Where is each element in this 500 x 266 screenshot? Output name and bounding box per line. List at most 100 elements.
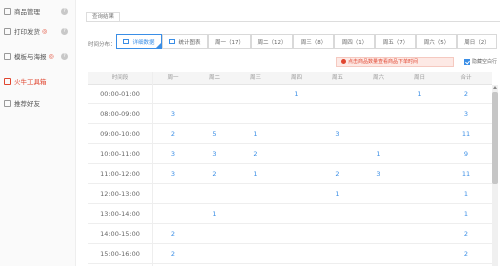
count-cell[interactable]: 11 — [440, 165, 492, 184]
count-cell — [358, 205, 399, 224]
time-slot-cell: 13:00-14:00 — [100, 210, 140, 218]
count-cell — [399, 105, 440, 124]
count-cell[interactable]: 2 — [235, 145, 276, 164]
count-cell[interactable]: 2 — [194, 165, 235, 184]
count-cell[interactable]: 1 — [235, 165, 276, 184]
count-cell[interactable]: 2 — [317, 165, 358, 184]
count-cell — [317, 85, 358, 104]
scrollbar-thumb[interactable] — [492, 92, 498, 184]
sidebar-item-print-ship[interactable]: 打印发货 ◎ ? — [0, 24, 76, 38]
count-cell — [194, 225, 235, 244]
tab-divider — [86, 21, 500, 22]
table-row: 00:00-01:00 1 1 2 — [88, 85, 492, 104]
checkbox-checked[interactable] — [464, 58, 470, 65]
count-cell — [399, 225, 440, 244]
bag-icon: ◎ — [42, 27, 48, 35]
sidebar-item-refer-friend[interactable]: 推荐好友 — [0, 96, 76, 110]
count-cell[interactable]: 1 — [399, 85, 440, 104]
count-cell — [276, 185, 317, 204]
count-cell[interactable]: 1 — [276, 85, 317, 104]
table-row: 13:00-14:00 1 1 — [88, 205, 492, 224]
sidebar-item-product-management[interactable]: 商品管理 ? — [0, 4, 76, 18]
count-cell — [317, 145, 358, 164]
day-filter-thu[interactable]: 周四（1） — [334, 34, 375, 49]
day-filter-wed[interactable]: 周三（8） — [293, 34, 334, 49]
template-icon — [4, 52, 11, 60]
table-row: 09:00-10:00 2 5 1 3 11 — [88, 125, 492, 144]
count-cell — [358, 225, 399, 244]
count-cell[interactable]: 1 — [317, 185, 358, 204]
count-cell[interactable]: 2 — [440, 245, 492, 264]
day-filter-fri[interactable]: 周五（7） — [375, 34, 416, 49]
warning-icon — [341, 59, 346, 64]
day-filter-tue[interactable]: 周二（12） — [251, 34, 293, 49]
count-cell — [235, 205, 276, 224]
count-cell — [194, 185, 235, 204]
sidebar-item-toolbox[interactable]: 火牛工具箱 — [0, 74, 76, 88]
count-cell — [399, 165, 440, 184]
day-filter-sat[interactable]: 周六（5） — [416, 34, 457, 49]
help-icon[interactable]: ? — [61, 7, 68, 15]
sidebar-item-label: 模板与海报 — [14, 53, 47, 61]
notice-text: 点击商品数量查看商品下单时间 — [348, 59, 419, 65]
count-cell[interactable]: 1 — [358, 145, 399, 164]
table-row: 15:00-16:00 2 2 — [88, 245, 492, 264]
count-cell[interactable]: 11 — [440, 125, 492, 144]
time-slot-cell: 11:00-12:00 — [100, 170, 140, 178]
vertical-scrollbar[interactable] — [492, 90, 498, 266]
count-cell[interactable]: 1 — [440, 205, 492, 224]
count-cell — [399, 145, 440, 164]
stats-chart-label: 统计图表 — [178, 39, 201, 46]
count-cell[interactable]: 2 — [440, 85, 492, 104]
count-cell[interactable]: 3 — [358, 165, 399, 184]
column-header: 周二 — [208, 75, 220, 81]
count-cell[interactable]: 2 — [152, 125, 194, 144]
count-cell[interactable]: 2 — [440, 225, 492, 244]
sidebar: 商品管理 ? 打印发货 ◎ ? 模板与海报 ◎ ? 火牛工具箱 推荐好友 — [0, 0, 76, 266]
count-cell — [276, 225, 317, 244]
count-cell — [276, 105, 317, 124]
count-cell — [399, 185, 440, 204]
count-cell — [235, 105, 276, 124]
sidebar-item-templates[interactable]: 模板与海报 ◎ ? — [0, 49, 76, 63]
hide-empty-rows-toggle[interactable]: 隐藏空白行 — [464, 58, 497, 65]
time-distribution-label: 时间分布： — [88, 42, 116, 48]
table-row: 10:00-11:00 3 3 2 1 9 — [88, 145, 492, 164]
table-row: 14:00-15:00 2 2 — [88, 225, 492, 244]
stats-chart-button[interactable]: 统计图表 — [162, 34, 208, 49]
column-header: 合计 — [460, 75, 472, 81]
count-cell[interactable]: 3 — [440, 105, 492, 124]
count-cell — [152, 185, 194, 204]
count-cell — [276, 245, 317, 264]
count-cell[interactable]: 3 — [152, 165, 194, 184]
count-cell[interactable]: 1 — [235, 125, 276, 144]
sidebar-item-label: 火牛工具箱 — [14, 78, 47, 86]
count-cell[interactable]: 3 — [152, 145, 194, 164]
count-cell — [276, 145, 317, 164]
count-cell[interactable]: 3 — [317, 125, 358, 144]
count-cell[interactable]: 5 — [194, 125, 235, 144]
count-cell[interactable]: 3 — [152, 105, 194, 124]
count-cell — [358, 245, 399, 264]
count-cell[interactable]: 9 — [440, 145, 492, 164]
time-slot-cell: 09:00-10:00 — [100, 130, 140, 138]
count-cell[interactable]: 1 — [440, 185, 492, 204]
table-icon — [123, 39, 130, 44]
help-icon[interactable]: ? — [61, 27, 68, 35]
column-header: 周六 — [372, 75, 384, 81]
count-cell — [358, 185, 399, 204]
count-cell[interactable]: 1 — [194, 205, 235, 224]
count-cell[interactable]: 2 — [152, 245, 194, 264]
printer-icon — [4, 27, 11, 35]
day-filter-sun[interactable]: 周日（2） — [457, 34, 497, 49]
detail-data-button[interactable]: 详细数据 — [116, 34, 162, 49]
count-cell — [399, 245, 440, 264]
sidebar-item-label: 商品管理 — [14, 8, 40, 16]
time-slot-cell: 10:00-11:00 — [100, 150, 140, 158]
count-cell — [317, 225, 358, 244]
help-icon[interactable]: ? — [61, 52, 68, 60]
count-cell[interactable]: 2 — [152, 225, 194, 244]
count-cell — [358, 105, 399, 124]
day-filter-mon[interactable]: 周一（17） — [208, 34, 251, 49]
count-cell[interactable]: 3 — [194, 145, 235, 164]
